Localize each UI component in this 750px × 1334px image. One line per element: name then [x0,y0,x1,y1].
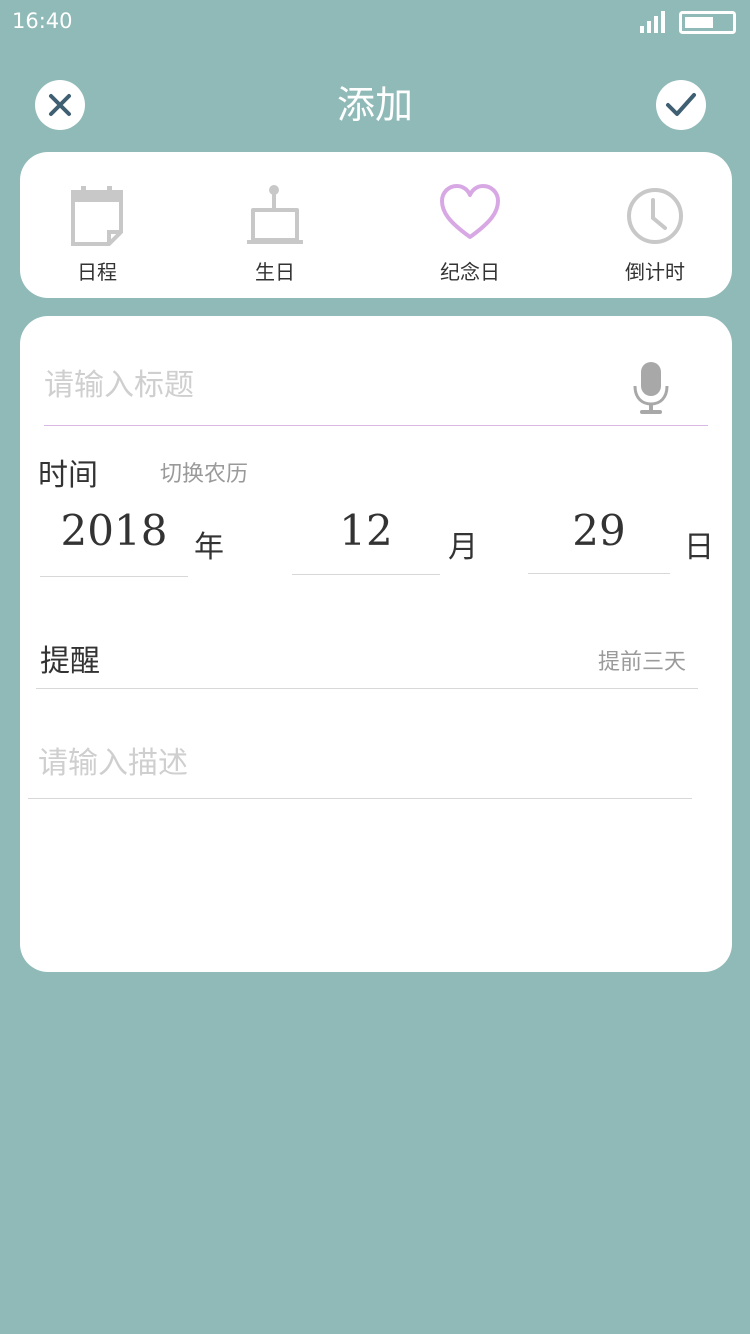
year-underline [40,576,188,577]
page-title: 添加 [336,83,413,127]
year-picker[interactable]: 2018 [40,506,188,555]
cake-icon [247,185,303,244]
event-type-selector: 日程 生日 纪念日 倒计时 [20,152,732,298]
calendar-icon [71,186,123,246]
battery-icon [679,11,736,34]
day-picker[interactable]: 29 [528,506,670,555]
year-unit: 年 [194,530,224,565]
type-label: 生日 [255,260,295,284]
lunar-toggle-button[interactable]: 切换农历 [160,456,248,488]
type-anniversary[interactable]: 纪念日 [410,182,530,284]
signal-bars-icon [640,11,665,33]
day-unit: 日 [684,530,714,565]
type-birthday[interactable]: 生日 [215,182,335,284]
description-underline [28,798,692,799]
microphone-icon[interactable] [632,360,670,416]
description-input[interactable] [38,740,678,786]
remind-label: 提醒 [40,644,100,679]
month-unit: 月 [448,530,478,565]
remind-underline [36,688,698,689]
time-label: 时间 [38,458,98,493]
heart-icon [440,184,500,239]
confirm-button[interactable] [656,80,706,130]
status-time: 16:40 [12,9,73,33]
type-label: 倒计时 [625,260,685,284]
month-picker[interactable]: 12 [292,506,440,555]
type-label: 纪念日 [440,260,500,284]
clock-icon [627,188,683,244]
title-underline [44,425,708,426]
type-schedule[interactable]: 日程 [37,182,157,284]
type-label: 日程 [77,260,117,284]
type-countdown[interactable]: 倒计时 [595,182,715,284]
day-underline [528,573,670,574]
check-icon [666,93,696,116]
event-form: 时间 切换农历 2018 年 12 月 29 日 提醒 提前三天 [20,316,732,972]
title-input[interactable] [44,362,604,408]
header: 添加 [0,70,750,140]
status-bar: 16:40 [0,0,750,46]
month-underline [292,574,440,575]
remind-select[interactable]: 提前三天 [598,644,686,676]
